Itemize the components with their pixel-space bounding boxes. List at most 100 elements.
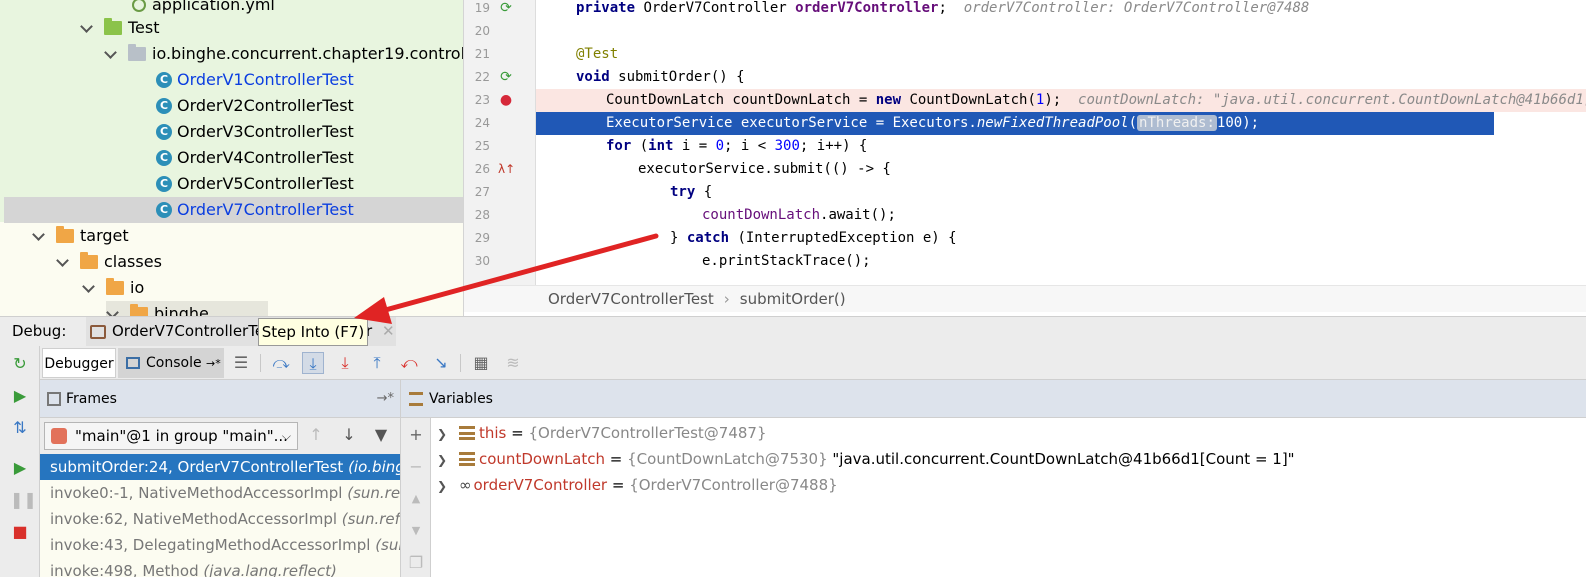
- debugger-toolbar: Debugger Console →* ☰ ⤼ ⤓ ⤓ ⤒ ⤺ ↘ ▦ ≋: [40, 346, 1586, 380]
- evaluate-expression-icon[interactable]: ▦: [470, 352, 492, 374]
- field-icon: [459, 452, 475, 466]
- console-icon: [126, 357, 140, 369]
- show-execution-point-icon[interactable]: ☰: [230, 352, 252, 374]
- tree-item-orderv4[interactable]: C OrderV4ControllerTest: [156, 145, 354, 171]
- tree-item-binghe[interactable]: binghe: [106, 301, 268, 316]
- run-to-cursor-icon[interactable]: ↘: [430, 352, 452, 374]
- variables-side-toolbar: + − ▲ ▼ ❐: [401, 418, 431, 577]
- add-watch-icon[interactable]: +: [407, 426, 425, 444]
- chevron-down-icon[interactable]: [56, 256, 68, 268]
- tree-item-target[interactable]: target: [32, 223, 129, 249]
- tree-item-io[interactable]: io: [82, 275, 144, 301]
- breadcrumb: OrderV7ControllerTest › submitOrder(): [464, 285, 1586, 312]
- breadcrumb-class[interactable]: OrderV7ControllerTest: [548, 290, 714, 308]
- move-down-icon[interactable]: ▼: [407, 522, 425, 540]
- gutter-line: 22 ⟳: [464, 66, 536, 89]
- tree-item-orderv3[interactable]: C OrderV3ControllerTest: [156, 119, 354, 145]
- gutter-line: 24: [474, 116, 490, 130]
- frame-row[interactable]: invoke:62, NativeMethodAccessorImpl (sun…: [40, 506, 400, 532]
- copy-icon[interactable]: ❐: [407, 554, 425, 572]
- step-into-icon[interactable]: ⤓: [302, 352, 324, 374]
- thread-select[interactable]: "main"@1 in group "main"... ⌵: [44, 422, 298, 450]
- frame-down-icon[interactable]: ↓: [338, 424, 360, 446]
- tree-item-classes[interactable]: classes: [56, 249, 162, 275]
- folder-icon: [56, 226, 74, 243]
- folder-icon: [80, 252, 98, 269]
- gutter-line: 25: [474, 139, 490, 153]
- tree-item-orderv1[interactable]: C OrderV1ControllerTest: [156, 67, 354, 93]
- remove-watch-icon[interactable]: −: [407, 458, 425, 476]
- field-icon: [459, 426, 475, 440]
- pause-icon[interactable]: ❚❚: [10, 490, 37, 510]
- tree-item-orderv5[interactable]: C OrderV5ControllerTest: [156, 171, 354, 197]
- variable-row-countdownlatch[interactable]: ❯ countDownLatch = {CountDownLatch@7530} …: [437, 446, 1295, 472]
- pin-icon[interactable]: →*: [377, 380, 394, 418]
- expand-icon[interactable]: ❯: [437, 421, 447, 447]
- chevron-down-icon[interactable]: [80, 22, 92, 34]
- drop-frame-icon[interactable]: ⤺: [398, 352, 420, 374]
- breakpoint-icon[interactable]: ●: [498, 92, 514, 108]
- frame-row[interactable]: invoke0:-1, NativeMethodAccessorImpl (su…: [40, 480, 400, 506]
- variables-pane: Variables + − ▲ ▼ ❐ ❯ this = {OrderV7Cont…: [401, 380, 1586, 577]
- frames-pane: Frames →* "main"@1 in group "main"... ⌵ …: [40, 380, 401, 577]
- class-icon: C: [156, 150, 172, 166]
- tree-item-orderv7-selected[interactable]: C OrderV7ControllerTest: [4, 197, 463, 223]
- breadcrumb-method[interactable]: submitOrder(): [740, 290, 846, 308]
- editor-gutter: 19 ⟳ 20 21 22 ⟳ 23 ● 24 25 26 λ↑ 27 28 29 30: [464, 0, 536, 285]
- move-up-icon[interactable]: ▲: [407, 490, 425, 508]
- watch-icon: ∞: [459, 476, 472, 494]
- expand-icon[interactable]: ❯: [437, 473, 447, 499]
- variables-header: Variables: [401, 380, 1586, 418]
- resume-icon[interactable]: ▶: [10, 458, 30, 478]
- gutter-line: 28: [474, 208, 490, 222]
- frame-row[interactable]: invoke:498, Method (java.lang.reflect): [40, 558, 400, 577]
- toggle-auto-test-icon[interactable]: ⇅: [10, 418, 30, 438]
- code-line-19: private OrderV7Controller orderV7Control…: [576, 0, 1310, 16]
- step-over-icon[interactable]: ⤼: [270, 352, 292, 374]
- debug-run-icon[interactable]: ⟳: [498, 0, 514, 16]
- filter-icon[interactable]: ▼: [370, 424, 392, 446]
- gutter-line: 19 ⟳: [464, 0, 536, 20]
- rerun-icon[interactable]: ↻: [10, 354, 30, 374]
- tree-item-orderv2[interactable]: C OrderV2ControllerTest: [156, 93, 354, 119]
- code-line-27: try {: [670, 184, 713, 200]
- step-out-icon[interactable]: ⤒: [366, 352, 388, 374]
- variable-row-this[interactable]: ❯ this = {OrderV7ControllerTest@7487}: [437, 420, 767, 446]
- expand-icon[interactable]: ❯: [437, 447, 447, 473]
- lambda-breakpoint-icon[interactable]: λ↑: [498, 161, 515, 177]
- code-line-29: } catch (InterruptedException e) {: [670, 230, 957, 246]
- gutter-line: 27: [474, 185, 490, 199]
- frame-row[interactable]: invoke:43, DelegatingMethodAccessorImpl …: [40, 532, 400, 558]
- tree-item-test[interactable]: Test: [80, 15, 160, 41]
- gutter-line: 26 λ↑: [474, 161, 516, 177]
- folder-icon: [104, 18, 122, 35]
- class-icon: C: [156, 202, 172, 218]
- run-test-icon[interactable]: ⟳: [498, 69, 514, 85]
- variable-row-orderv7controller[interactable]: ❯ ∞ orderV7Controller = {OrderV7Controller…: [437, 472, 838, 498]
- step-into-tooltip: Step Into (F7): [258, 318, 368, 346]
- code-line-28: countDownLatch.await();: [702, 207, 896, 223]
- chevron-down-icon[interactable]: [82, 282, 94, 294]
- rerun-failed-icon[interactable]: ▶: [10, 386, 30, 406]
- class-icon: C: [156, 72, 172, 88]
- tab-console[interactable]: Console →*: [118, 348, 224, 378]
- code-editor[interactable]: private OrderV7Controller orderV7Control…: [536, 0, 1586, 285]
- tab-debugger[interactable]: Debugger: [42, 348, 116, 378]
- frame-up-icon[interactable]: ↑: [305, 424, 327, 446]
- chevron-down-icon[interactable]: [106, 308, 118, 316]
- tree-item-package[interactable]: io.binghe.concurrent.chapter19.controlle…: [104, 41, 463, 67]
- chevron-down-icon[interactable]: [32, 230, 44, 242]
- stop-icon[interactable]: ■: [10, 522, 30, 542]
- class-icon: C: [156, 98, 172, 114]
- trace-icon[interactable]: ≋: [502, 352, 524, 374]
- folder-icon: [130, 304, 148, 316]
- folder-icon: [106, 278, 124, 295]
- chevron-down-icon[interactable]: [104, 48, 116, 60]
- force-step-into-icon[interactable]: ⤓: [334, 352, 356, 374]
- gutter-line: 20: [474, 24, 490, 38]
- close-icon[interactable]: ✕: [382, 317, 395, 345]
- gutter-line: 29: [474, 231, 490, 245]
- frame-row[interactable]: submitOrder:24, OrderV7ControllerTest (i…: [40, 454, 400, 480]
- code-line-25: for (int i = 0; i < 300; i++) {: [606, 138, 868, 154]
